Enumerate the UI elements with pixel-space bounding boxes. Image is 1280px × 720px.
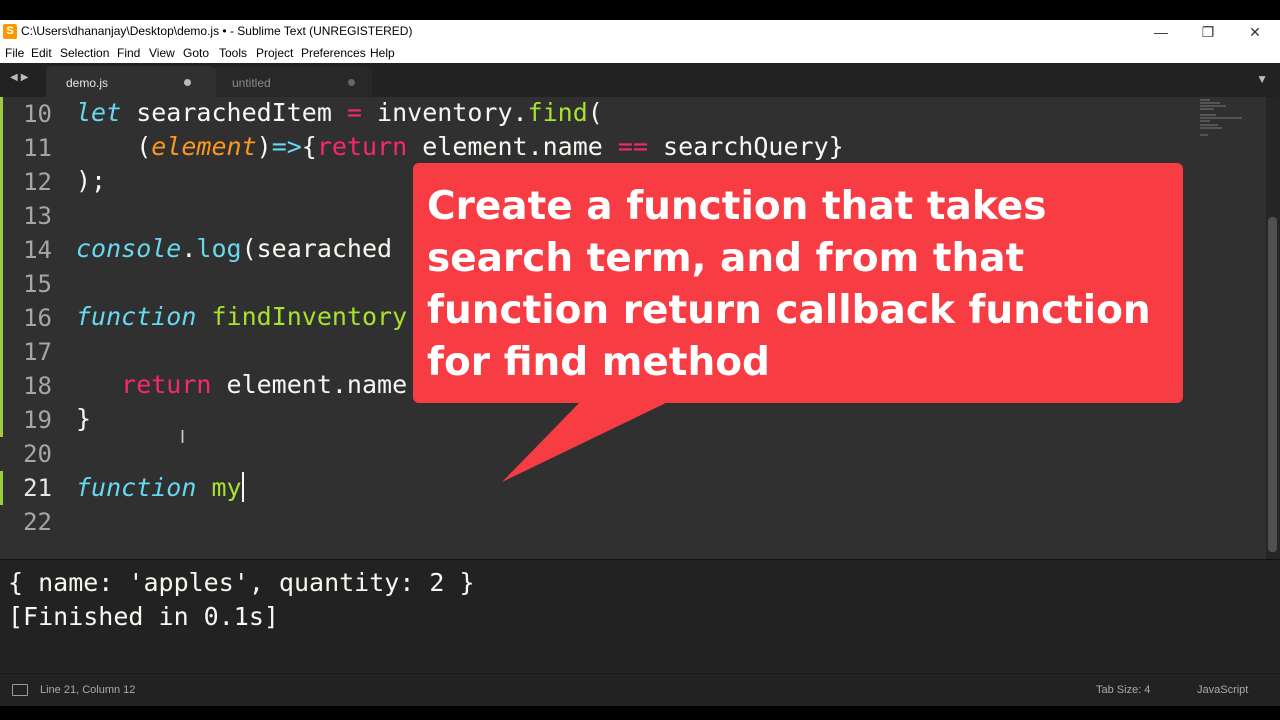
code-token: searachedItem [121, 98, 347, 127]
line-number: 13 [23, 202, 52, 230]
code-arrow: => [271, 132, 302, 161]
code-console: console [76, 234, 182, 263]
console-output-line: [Finished in 0.1s] [8, 602, 279, 631]
code-token: inventory. [362, 98, 528, 127]
code-token: element.name [407, 132, 618, 161]
close-icon[interactable]: ✕ [1232, 21, 1278, 43]
code-line-18: return element.name [76, 370, 407, 399]
keyword-let: let [76, 98, 122, 127]
keyword-function: function [76, 302, 197, 331]
code-function-name: find [527, 98, 588, 127]
line-number: 12 [23, 168, 52, 196]
line-number: 11 [23, 134, 52, 162]
window-title: C:\Users\dhananjay\Desktop\demo.js • - S… [21, 24, 413, 38]
text-cursor [241, 472, 244, 502]
code-token: . [181, 234, 197, 263]
code-token: ) [256, 132, 272, 161]
tab-nav-arrows-icon[interactable]: ◀▶ [10, 72, 31, 83]
code-argument: element [151, 132, 257, 161]
line-number: 20 [23, 440, 52, 468]
keyword-return: return [121, 370, 212, 399]
status-bar: Line 21, Column 12 Tab Size: 4 JavaScrip… [0, 673, 1280, 707]
code-line-12: ); [76, 166, 107, 195]
minimap[interactable] [1196, 97, 1248, 142]
tab-list-dropdown-icon[interactable]: ▼ [1256, 72, 1268, 86]
cursor-position: Line 21, Column 12 [40, 684, 136, 696]
code-operator: == [617, 132, 648, 161]
syntax-indicator[interactable]: JavaScript [1197, 684, 1248, 696]
code-token: (searached [241, 234, 393, 263]
code-token: searchQuery} [648, 132, 844, 161]
tab-bar: ◀▶ untitled demo.js ▼ [0, 63, 1280, 97]
code-function-name: my [211, 473, 242, 502]
build-output-panel[interactable]: { name: 'apples', quantity: 2 } [Finishe… [0, 559, 1280, 674]
line-number: 17 [23, 338, 52, 366]
menu-edit[interactable]: Edit [31, 46, 52, 60]
menu-bar: File Edit Selection Find View Goto Tools… [0, 43, 1280, 63]
screen-bottom-bar [0, 706, 1280, 720]
console-output-line: { name: 'apples', quantity: 2 } [8, 568, 475, 597]
code-operator: = [346, 98, 362, 127]
code-function-name: log [196, 234, 242, 263]
code-line-16: function findInventory [76, 302, 407, 331]
line-number: 15 [23, 270, 52, 298]
code-line-10: let searachedItem = inventory.find( [76, 98, 603, 127]
modified-dot-icon[interactable] [348, 79, 355, 86]
tab-label: demo.js [66, 76, 109, 90]
line-number: 22 [23, 508, 52, 536]
code-token: { [301, 132, 317, 161]
line-number: 16 [23, 304, 52, 332]
tab-untitled[interactable]: untitled [212, 66, 372, 97]
menu-preferences[interactable]: Preferences [301, 46, 366, 60]
code-line-11: (element)=>{return element.name == searc… [76, 132, 844, 161]
menu-file[interactable]: File [5, 46, 24, 60]
minimize-icon[interactable]: — [1138, 21, 1184, 43]
line-number: 18 [23, 372, 52, 400]
menu-project[interactable]: Project [256, 46, 293, 60]
vertical-scrollbar-thumb[interactable] [1268, 217, 1277, 552]
code-token: element.name [211, 370, 408, 399]
menu-help[interactable]: Help [370, 46, 395, 60]
line-number: 10 [23, 100, 52, 128]
code-line-21: function my [76, 472, 244, 502]
code-line-19: } [76, 404, 92, 433]
menu-find[interactable]: Find [117, 46, 140, 60]
sublime-app-icon: S [3, 24, 17, 39]
ibeam-cursor-icon: I [180, 427, 186, 447]
code-line-14: console.log(searached [76, 234, 392, 263]
menu-goto[interactable]: Goto [183, 46, 209, 60]
title-bar: S C:\Users\dhananjay\Desktop\demo.js • -… [0, 20, 1280, 43]
code-token: ( [587, 98, 603, 127]
code-function-name: findInventory [211, 302, 408, 331]
panel-toggle-icon[interactable] [12, 684, 28, 696]
menu-selection[interactable]: Selection [60, 46, 109, 60]
tab-label: untitled [232, 76, 271, 90]
code-editor[interactable]: 10 11 12 13 14 15 16 17 18 19 20 21 22 l… [0, 97, 1280, 559]
keyword-function: function [76, 473, 197, 502]
tab-demo-js[interactable]: demo.js [46, 66, 216, 97]
keyword-return: return [316, 132, 408, 161]
screen-top-bar [0, 0, 1280, 20]
code-token: ( [76, 132, 152, 161]
current-line-number: 21 [23, 474, 52, 502]
line-number: 19 [23, 406, 52, 434]
menu-view[interactable]: View [149, 46, 175, 60]
modified-dot-icon[interactable] [184, 79, 191, 86]
line-number: 14 [23, 236, 52, 264]
restore-icon[interactable]: ❐ [1185, 21, 1231, 43]
tab-size-indicator[interactable]: Tab Size: 4 [1096, 684, 1150, 696]
menu-tools[interactable]: Tools [219, 46, 247, 60]
